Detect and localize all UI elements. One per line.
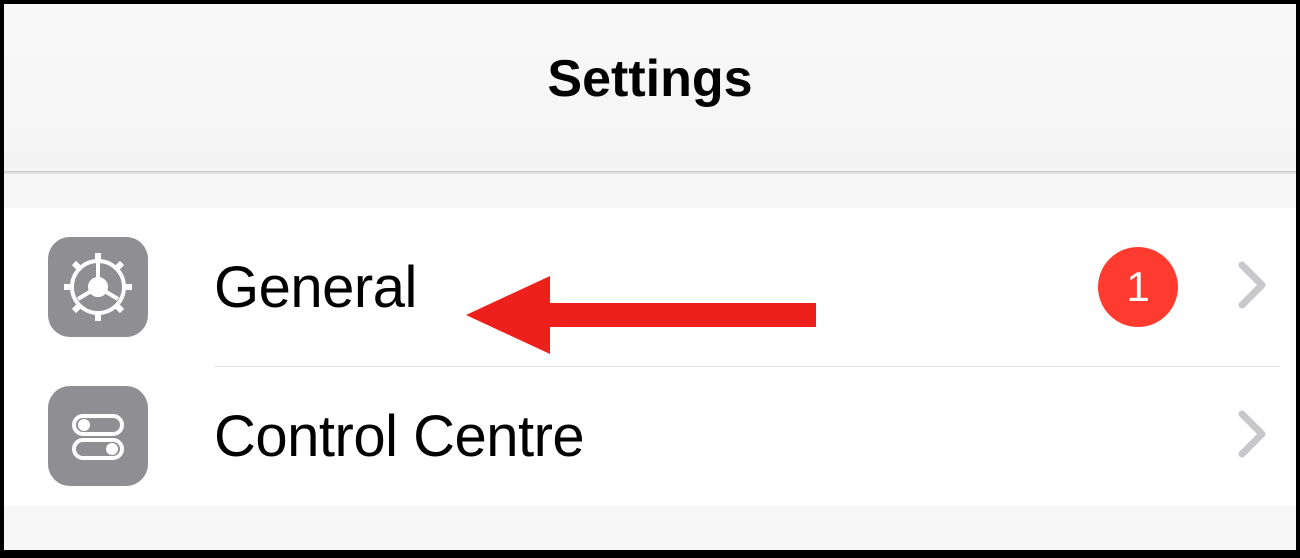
chevron-right-icon: [1238, 410, 1266, 463]
settings-list: General 1 Control Centre: [4, 208, 1296, 506]
list-item-general[interactable]: General 1: [4, 208, 1296, 366]
item-label: Control Centre: [214, 403, 1238, 470]
gear-icon: [48, 237, 148, 337]
chevron-right-icon: [1238, 261, 1266, 314]
control-centre-icon: [48, 386, 148, 486]
settings-screen: Settings: [4, 4, 1296, 550]
item-label: General: [214, 254, 1098, 321]
page-title: Settings: [547, 49, 752, 109]
header: Settings: [4, 4, 1296, 172]
notification-badge: 1: [1098, 247, 1178, 327]
list-item-control-centre[interactable]: Control Centre: [4, 366, 1296, 506]
